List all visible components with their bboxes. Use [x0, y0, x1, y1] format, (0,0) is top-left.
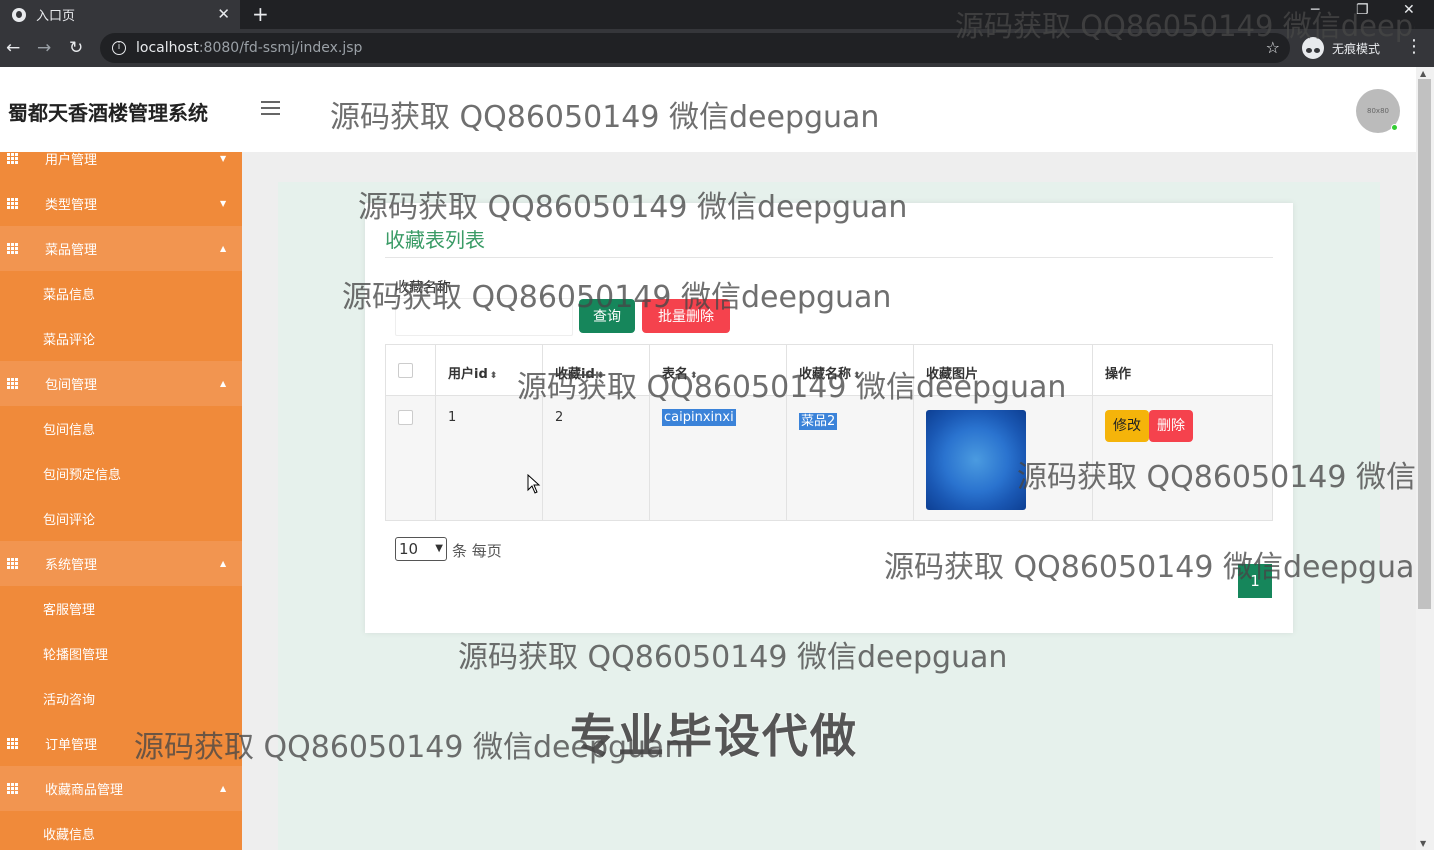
watermark: 源码获取 QQ86050149 微信deepg	[955, 9, 1415, 43]
edit-button[interactable]: 修改	[1105, 410, 1149, 442]
mouse-cursor-icon	[527, 474, 541, 494]
watermark: 源码获取 QQ86050149 微信deepguan	[342, 280, 892, 315]
cell-table-name-wrap: caipinxinxi	[649, 395, 787, 521]
cell-table-name: caipinxinxi	[662, 409, 736, 426]
sidebar-item-label: 订单管理	[45, 738, 98, 753]
menu-toggle-icon[interactable]	[261, 101, 280, 119]
sidebar-item-label: 客服管理	[43, 603, 96, 618]
watermark: 源码获取 QQ86050149 微信deepguan	[358, 190, 908, 225]
sidebar-subitem-dish-comments[interactable]: 菜品评论	[0, 316, 242, 361]
column-label: 操作	[1105, 367, 1132, 382]
brand-title: 蜀都天香酒楼管理系统	[8, 101, 208, 125]
watermark: 源码获取 QQ86050149 微信deepguan	[330, 100, 880, 135]
globe-icon	[12, 7, 26, 22]
page-title: 收藏表列表	[385, 228, 485, 252]
sidebar-item-label: 菜品评论	[43, 333, 96, 348]
sidebar-item-label: 收藏信息	[43, 828, 96, 843]
sidebar-item-label: 系统管理	[45, 558, 98, 573]
chevron-up-icon: ▲	[220, 379, 227, 388]
select-all-cell	[385, 344, 436, 396]
grid-icon	[7, 153, 19, 164]
page-size-label: 条 每页	[452, 542, 502, 560]
row-checkbox[interactable]	[398, 410, 413, 425]
sidebar-subitem-activities[interactable]: 活动咨询	[0, 676, 242, 721]
site-info-icon[interactable]: i	[112, 41, 126, 55]
watermark: 源码获取 QQ86050149 微信de	[1017, 460, 1416, 495]
sidebar-subitem-customer-service[interactable]: 客服管理	[0, 586, 242, 631]
watermark: 源码获取 QQ86050149 微信deepguan	[884, 550, 1416, 585]
sidebar-item-type-management[interactable]: 类型管理 ▼	[0, 181, 242, 226]
sidebar-item-label: 包间信息	[43, 423, 96, 438]
sidebar-item-label: 收藏商品管理	[45, 783, 124, 798]
sidebar-item-user-management[interactable]: 用户管理 ▼	[0, 152, 242, 181]
sidebar-subitem-room-info[interactable]: 包间信息	[0, 406, 242, 451]
sidebar-item-label: 用户管理	[45, 153, 98, 168]
divider	[385, 257, 1273, 258]
grid-icon	[7, 243, 19, 254]
url-path: :8080/fd-ssmj/index.jsp	[198, 40, 363, 56]
forward-icon[interactable]: →	[37, 38, 51, 58]
watermark: 源码获取 QQ86050149 微信deepguan	[517, 370, 1067, 405]
cell-user-id: 1	[435, 395, 543, 521]
grid-icon	[7, 783, 19, 794]
new-tab-button[interactable]: +	[252, 2, 269, 26]
page-size-select[interactable]: 10 ▼	[395, 537, 447, 561]
sidebar-item-label: 菜品信息	[43, 288, 96, 303]
grid-icon	[7, 558, 19, 569]
sidebar-item-dish-management[interactable]: 菜品管理 ▲	[0, 226, 242, 271]
delete-button[interactable]: 删除	[1149, 410, 1193, 442]
sidebar-item-label: 包间评论	[43, 513, 96, 528]
grid-icon	[7, 738, 19, 749]
select-all-checkbox[interactable]	[398, 363, 413, 378]
sidebar-item-room-management[interactable]: 包间管理 ▲	[0, 361, 242, 406]
grid-icon	[7, 378, 19, 389]
grid-icon	[7, 198, 19, 209]
favorite-thumbnail	[926, 410, 1026, 510]
reload-icon[interactable]: ↻	[69, 38, 83, 58]
sidebar-subitem-room-booking[interactable]: 包间预定信息	[0, 451, 242, 496]
chevron-up-icon: ▲	[220, 784, 227, 793]
cell-fav-id: 2	[542, 395, 650, 521]
page-scrollbar[interactable]: ▲ ▼	[1416, 67, 1434, 850]
scrollbar-thumb[interactable]	[1418, 79, 1431, 609]
sidebar-item-label: 菜品管理	[45, 243, 98, 258]
sort-icon[interactable]: ⬍	[490, 371, 498, 381]
chevron-up-icon: ▲	[220, 244, 227, 253]
sidebar-subitem-favorites-info[interactable]: 收藏信息	[0, 811, 242, 850]
avatar-placeholder-text: 80x80	[1367, 107, 1389, 115]
chevron-down-icon: ▼	[220, 154, 227, 163]
sidebar-item-system-management[interactable]: 系统管理 ▲	[0, 541, 242, 586]
sidebar-item-label: 包间预定信息	[43, 468, 122, 483]
chevron-down-icon: ▼	[435, 543, 443, 554]
browser-tab[interactable]: 入口页 ✕	[0, 0, 240, 29]
column-label: 用户id	[448, 367, 488, 382]
sidebar-item-label: 轮播图管理	[43, 648, 109, 663]
row-select-cell	[385, 395, 436, 521]
scroll-up-icon[interactable]: ▲	[1420, 69, 1426, 78]
sidebar-item-label: 类型管理	[45, 198, 98, 213]
chevron-down-icon: ▼	[220, 199, 227, 208]
scroll-down-icon[interactable]: ▼	[1420, 839, 1426, 848]
sidebar-item-label: 活动咨询	[43, 693, 96, 708]
cell-fav-name-wrap: 菜品2	[786, 395, 914, 521]
avatar[interactable]: 80x80	[1356, 89, 1400, 133]
sidebar-subitem-dish-info[interactable]: 菜品信息	[0, 271, 242, 316]
sidebar-item-favorites-management[interactable]: 收藏商品管理 ▲	[0, 766, 242, 811]
sidebar-subitem-room-comments[interactable]: 包间评论	[0, 496, 242, 541]
page-size-value: 10	[399, 540, 419, 558]
sidebar-subitem-carousel[interactable]: 轮播图管理	[0, 631, 242, 676]
back-icon[interactable]: ←	[6, 38, 20, 58]
tab-title: 入口页	[36, 9, 76, 24]
online-status-dot	[1391, 124, 1398, 131]
chevron-up-icon: ▲	[220, 559, 227, 568]
sidebar-item-label: 包间管理	[45, 378, 98, 393]
cell-fav-name: 菜品2	[799, 413, 838, 430]
watermark: 源码获取 QQ86050149 微信deepguan	[458, 640, 1008, 675]
tab-close-icon[interactable]: ✕	[217, 5, 230, 23]
column-header-actions: 操作	[1092, 344, 1273, 396]
url-host: localhost	[136, 40, 199, 56]
watermark: 源码获取 QQ86050149 微信deepguan	[134, 730, 684, 765]
